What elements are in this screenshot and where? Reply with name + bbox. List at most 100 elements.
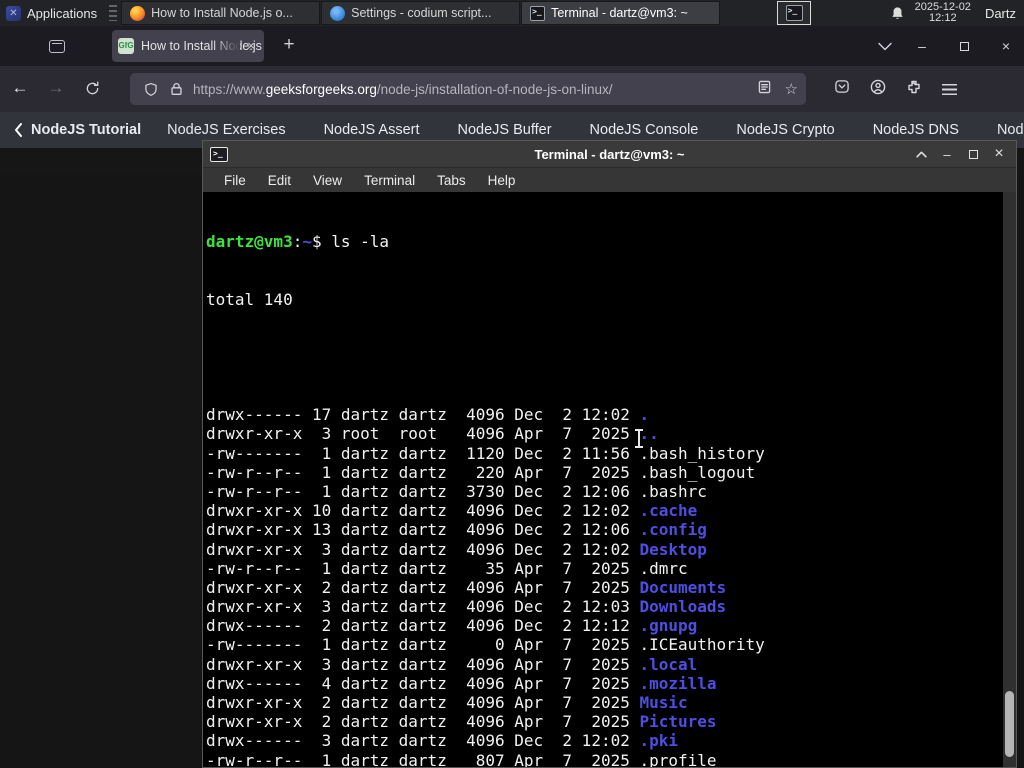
site-nav-links: NodeJS Exercises NodeJS Assert NodeJS Buff… bbox=[167, 122, 959, 138]
forward-button[interactable]: → bbox=[40, 73, 72, 105]
file-listing-row: drwxr-xr-x 3 dartz dartz 4096 Dec 2 12:0… bbox=[206, 597, 727, 617]
file-listing-row: drwxr-xr-x 2 dartz dartz 4096 Apr 7 2025… bbox=[206, 693, 688, 713]
terminal-minimize-button[interactable]: – bbox=[936, 144, 958, 164]
applications-label: Applications bbox=[27, 5, 98, 21]
file-listing-row: -rw-r--r-- 1 dartz dartz 35 Apr 7 2025 .… bbox=[206, 558, 688, 578]
terminal-menu-item[interactable]: Terminal bbox=[353, 173, 426, 188]
file-name: .bashrc bbox=[639, 481, 707, 501]
terminal-menubar: File Edit View Terminal Tabs Help bbox=[203, 167, 1016, 192]
site-nav-link[interactable]: NodeJS Buffer bbox=[458, 122, 552, 138]
taskbar-window-button[interactable]: Settings - codium script... bbox=[321, 1, 521, 25]
firefox-view-icon bbox=[49, 39, 65, 53]
site-nav-link[interactable]: NodeJS Crypto bbox=[736, 122, 834, 138]
prompt-path: ~ bbox=[302, 232, 312, 252]
panel-clock[interactable]: 2025-12-02 12:12 bbox=[915, 1, 971, 25]
terminal-menu-item[interactable]: Edit bbox=[257, 173, 302, 188]
terminal-menu-item[interactable]: View bbox=[302, 173, 353, 188]
file-name: Downloads bbox=[639, 597, 727, 617]
file-listing-row: drwxr-xr-x 3 root root 4096 Apr 7 2025 .… bbox=[206, 424, 659, 444]
taskbar-window-button[interactable]: How to Install Node.js o... bbox=[121, 1, 321, 25]
terminal-scrollbar[interactable] bbox=[1003, 192, 1016, 767]
tracking-shield-icon[interactable] bbox=[144, 82, 158, 97]
url-bar[interactable]: https://www.geeksforgeeks.org/node-js/in… bbox=[130, 73, 806, 105]
terminal-menu-item[interactable]: Help bbox=[477, 173, 527, 188]
window-icon bbox=[330, 5, 346, 21]
file-listing-row: drwxr-xr-x 3 dartz dartz 4096 Dec 2 12:0… bbox=[206, 539, 707, 559]
window-icon bbox=[530, 5, 546, 21]
app-menu-hamburger-icon[interactable] bbox=[942, 83, 957, 95]
file-name: Pictures bbox=[639, 712, 717, 732]
terminal-window-controls: – × bbox=[910, 144, 1016, 164]
file-name: .bash_history bbox=[639, 443, 765, 463]
window-buttons: – × bbox=[878, 26, 1018, 66]
prompt-user-host: dartz@vm3 bbox=[206, 232, 293, 252]
file-name: .gnupg bbox=[639, 616, 698, 636]
site-nav-link[interactable]: NodeJS Console bbox=[590, 122, 699, 138]
list-all-tabs-button[interactable] bbox=[878, 42, 892, 51]
site-nav-link-truncated[interactable]: Node bbox=[997, 122, 1024, 138]
navigation-toolbar: ← → https://www.geeksforgeeks.org/node-j… bbox=[0, 66, 1024, 112]
notifications-bell-icon[interactable] bbox=[890, 6, 905, 21]
reader-mode-icon[interactable] bbox=[758, 80, 771, 99]
terminal-icon bbox=[785, 5, 803, 21]
file-listing-row: drwx------ 17 dartz dartz 4096 Dec 2 12:… bbox=[206, 405, 650, 425]
reload-button[interactable] bbox=[76, 73, 108, 105]
window-title: Terminal - dartz@vm3: ~ bbox=[551, 6, 688, 20]
file-name: .dmrc bbox=[639, 558, 688, 578]
file-name: .config bbox=[639, 520, 707, 540]
pocket-icon[interactable] bbox=[834, 79, 850, 99]
terminal-close-button[interactable]: × bbox=[988, 144, 1010, 164]
new-tab-button[interactable]: + bbox=[274, 31, 304, 61]
lock-icon[interactable] bbox=[170, 82, 183, 96]
file-name: .profile bbox=[639, 750, 717, 767]
site-nav-link[interactable]: NodeJS Exercises bbox=[167, 122, 285, 138]
terminal-tray-launcher[interactable] bbox=[777, 1, 812, 25]
chevron-left-icon[interactable] bbox=[14, 123, 23, 137]
url-host: geeksforgeeks.org bbox=[265, 81, 377, 97]
site-favicon: GfG bbox=[118, 38, 134, 54]
file-name: .mozilla bbox=[639, 673, 717, 693]
file-listing-row: -rw-r--r-- 1 dartz dartz 220 Apr 7 2025 … bbox=[206, 462, 756, 482]
terminal-shade-button[interactable] bbox=[910, 144, 932, 164]
terminal-menu-item[interactable]: Tabs bbox=[426, 173, 477, 188]
file-name: Desktop bbox=[639, 539, 707, 559]
terminal-menu-item[interactable]: File bbox=[213, 173, 257, 188]
site-nav-link[interactable]: NodeJS DNS bbox=[873, 122, 959, 138]
terminal-window-icon bbox=[210, 146, 228, 162]
browser-maximize-button[interactable] bbox=[952, 38, 976, 54]
terminal-total-line: total 140 bbox=[206, 290, 293, 309]
file-listing-row: drwx------ 3 dartz dartz 4096 Dec 2 12:0… bbox=[206, 731, 679, 751]
tab-bar: GfG How to Install Node.js on × + – × bbox=[0, 26, 1024, 66]
site-nav-link[interactable]: NodeJS Assert bbox=[324, 122, 420, 138]
browser-close-button[interactable]: × bbox=[994, 38, 1018, 54]
top-panel: Applications How to Install Node.js o...… bbox=[0, 0, 1024, 26]
tab-close-button[interactable]: × bbox=[242, 37, 260, 55]
terminal-title: Terminal - dartz@vm3: ~ bbox=[534, 146, 685, 162]
file-name: .cache bbox=[639, 501, 698, 521]
file-listing-row: -rw------- 1 dartz dartz 0 Apr 7 2025 .I… bbox=[206, 635, 765, 655]
file-name: Music bbox=[639, 693, 688, 713]
bookmark-star-icon[interactable]: ☆ bbox=[785, 80, 798, 98]
mouse-ibeam-cursor bbox=[633, 429, 645, 448]
site-nav-back-link[interactable]: NodeJS Tutorial bbox=[31, 122, 141, 138]
url-path: /node-js/installation-of-node-js-on-linu… bbox=[376, 81, 613, 97]
tab-active[interactable]: GfG How to Install Node.js on × bbox=[112, 30, 264, 62]
applications-menu-button[interactable]: Applications bbox=[0, 0, 105, 26]
extensions-puzzle-icon[interactable] bbox=[906, 79, 922, 100]
file-listing-row: drwxr-xr-x 2 dartz dartz 4096 Apr 7 2025… bbox=[206, 577, 727, 597]
back-button[interactable]: ← bbox=[4, 73, 36, 105]
file-listing-row: drwxr-xr-x 3 dartz dartz 4096 Apr 7 2025… bbox=[206, 654, 698, 674]
browser-minimize-button[interactable]: – bbox=[910, 38, 934, 54]
firefox-view-button[interactable] bbox=[42, 33, 72, 59]
terminal-maximize-button[interactable] bbox=[962, 144, 984, 164]
window-title: Settings - codium script... bbox=[351, 6, 492, 20]
user-menu[interactable]: Dartz bbox=[981, 6, 1016, 21]
prompt-command: $ ls -la bbox=[311, 232, 390, 252]
account-icon[interactable] bbox=[870, 79, 886, 100]
terminal-scrollbar-thumb[interactable] bbox=[1005, 691, 1014, 757]
terminal-prompt-line: dartz@vm3:~$ ls -la bbox=[206, 232, 390, 252]
file-listing-row: -rw-r--r-- 1 dartz dartz 807 Apr 7 2025 … bbox=[206, 751, 1016, 767]
taskbar-window-button[interactable]: Terminal - dartz@vm3: ~ bbox=[521, 1, 721, 25]
terminal-titlebar[interactable]: Terminal - dartz@vm3: ~ – × bbox=[203, 141, 1016, 167]
window-title: How to Install Node.js o... bbox=[151, 6, 293, 20]
